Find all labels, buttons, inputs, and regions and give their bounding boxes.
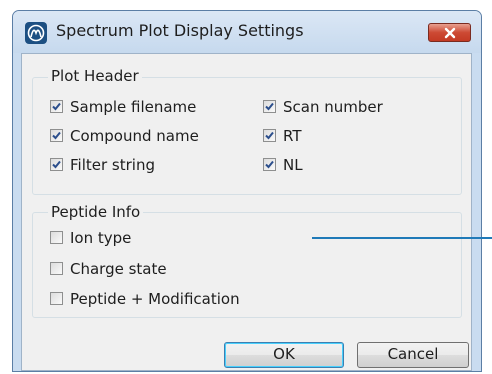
checkbox-box[interactable] [50,292,63,305]
checkbox-box[interactable] [50,231,63,244]
checkbox-label: Ion type [70,229,132,247]
cancel-button[interactable]: Cancel [357,342,469,368]
checkbox-label: RT [283,127,302,145]
checkbox-label: NL [283,156,303,174]
checkbox-label: Sample filename [70,98,197,116]
close-button[interactable] [428,23,471,42]
dialog-body: Plot Header Sample filename Scan number … [21,53,472,371]
checkmark-icon [265,102,274,111]
close-icon [444,27,456,39]
settings-dialog: Spectrum Plot Display Settings Plot Head… [12,10,482,372]
checkbox-box[interactable] [263,100,276,113]
title-bar[interactable]: Spectrum Plot Display Settings [13,11,481,53]
checkbox-box[interactable] [50,262,63,275]
checkmark-icon [52,131,61,140]
plot-header-legend: Plot Header [48,67,142,85]
checkbox-box[interactable] [50,129,63,142]
checkmark-icon [52,160,61,169]
callout-line [312,237,492,239]
checkbox-box[interactable] [50,158,63,171]
checkbox-box[interactable] [50,100,63,113]
checkbox-label: Charge state [70,260,167,278]
checkmark-icon [52,102,61,111]
checkbox-label: Filter string [70,156,155,174]
checkbox-label: Compound name [70,127,199,145]
app-logo-icon [25,22,47,44]
checkbox-label: Scan number [283,98,383,116]
checkmark-icon [265,131,274,140]
checkmark-icon [265,160,274,169]
ok-button[interactable]: OK [224,342,344,368]
checkbox-label: Peptide + Modification [70,290,240,308]
window-title: Spectrum Plot Display Settings [56,21,304,40]
checkbox-box[interactable] [263,158,276,171]
checkbox-box[interactable] [263,129,276,142]
peptide-info-legend: Peptide Info [48,203,144,221]
